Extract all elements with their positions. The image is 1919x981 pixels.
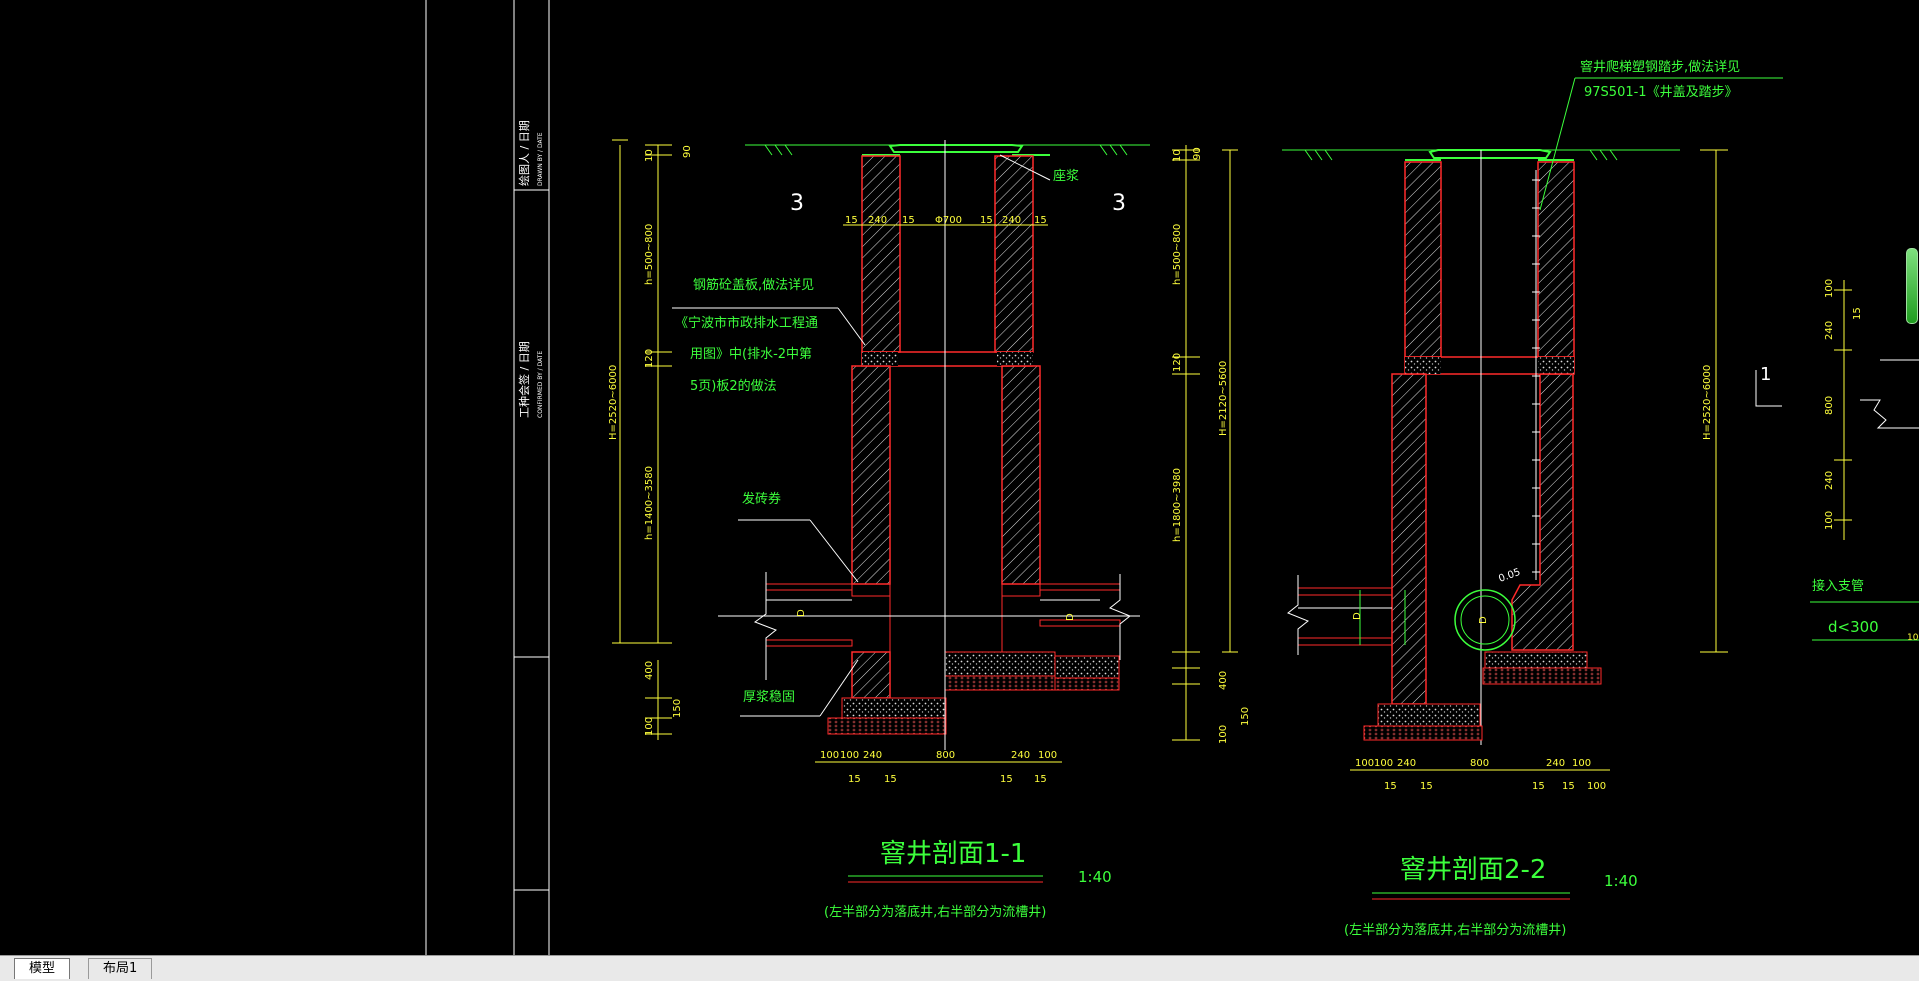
label-zuojiang: 座浆 <box>1053 169 1079 184</box>
label-d: d<300 <box>1828 618 1879 636</box>
dim-100a-1b: 100 <box>820 750 839 761</box>
section-marker-1: 1 <box>1760 364 1771 385</box>
rd-15a: 15 <box>1852 307 1863 320</box>
dim-15b-1: 15 <box>902 215 915 226</box>
dim-100b-2: 100 <box>1374 758 1393 769</box>
confirmed-by-en-label: CONFIRMED BY / DATE <box>537 351 544 418</box>
label-steps-2: 97S501-1《井盖及踏步》 <box>1584 85 1738 100</box>
section-2-title: 窨井剖面2-2 <box>1400 855 1546 885</box>
dim-800-2: 800 <box>1470 758 1489 769</box>
rd-100a: 100 <box>1824 279 1835 298</box>
label-mortar: 厚浆稳固 <box>743 689 795 705</box>
label-steps-1: 窨井爬梯塑钢踏步,做法详见 <box>1580 59 1740 75</box>
dim-150-1: 150 <box>672 699 683 718</box>
cad-drawing: 绘图人 / 日期 DRAWN BY / DATE 工种会签 / 日期 CONFI… <box>425 0 1919 955</box>
rd-240b: 240 <box>1824 471 1835 490</box>
tab-layout1[interactable]: 布局1 <box>88 958 153 979</box>
dim-15a-2: 15 <box>1384 781 1397 792</box>
label-cover-4: 5页)板2的做法 <box>690 378 777 394</box>
dim-240a-2: 240 <box>1397 758 1416 769</box>
section-2-note: (左半部分为落底井,右半部分为流槽井) <box>1344 922 1566 938</box>
dim-100-2: 100 <box>1218 725 1229 744</box>
dim-15d-1b: 15 <box>1034 774 1047 785</box>
dim-15d-2: 15 <box>1562 781 1575 792</box>
dim-400-2: 400 <box>1218 671 1229 690</box>
dim-240b-1b: 240 <box>1011 750 1030 761</box>
label-brick-arch: 发砖券 <box>742 491 781 507</box>
dim-240b-1: 240 <box>1002 215 1021 226</box>
dim-150-2: 150 <box>1240 707 1251 726</box>
dim-120-1: 120 <box>644 349 655 368</box>
dim-240a-1b: 240 <box>863 750 882 761</box>
dim-top-2: h=500~800 <box>1172 224 1183 285</box>
dim-15d-1: 15 <box>1034 215 1047 226</box>
drawn-by-en-label: DRAWN BY / DATE <box>537 132 544 186</box>
label-cover-1: 钢筋砼盖板,做法详见 <box>693 277 814 293</box>
dim-lower-2: h=1800~3980 <box>1172 468 1183 542</box>
dim-800-1b: 800 <box>936 750 955 761</box>
label-cover-2: 《宁波市市政排水工程通 <box>675 315 818 331</box>
section-1-1[interactable]: H=2520~6000 h=500~800 h=1400~3580 10 90 … <box>608 139 1150 920</box>
dim-mid-1: h=1400~3580 <box>644 466 655 540</box>
dim-100-1: 100 <box>644 717 655 736</box>
dim-240b-2: 240 <box>1546 758 1565 769</box>
title-block: 绘图人 / 日期 DRAWN BY / DATE 工种会签 / 日期 CONFI… <box>425 0 550 955</box>
right-detail[interactable]: 100 15 240 800 240 100 接入支管 d<300 10 <box>1810 279 1919 643</box>
cad-model-space[interactable]: 绘图人 / 日期 DRAWN BY / DATE 工种会签 / 日期 CONFI… <box>0 0 1919 955</box>
confirmed-by-label: 工种会签 / 日期 <box>517 341 531 418</box>
dim-15b-2: 15 <box>1420 781 1433 792</box>
dim-15c-1b: 15 <box>1000 774 1013 785</box>
section-marker-left: 3 <box>790 191 804 216</box>
dim-15a-1b: 15 <box>848 774 861 785</box>
dim-15c-1: 15 <box>980 215 993 226</box>
section-2-scale: 1:40 <box>1604 872 1638 890</box>
rd-240a: 240 <box>1824 321 1835 340</box>
dim-90-2: 90 <box>1192 147 1203 160</box>
section-1-scale: 1:40 <box>1078 868 1112 886</box>
dim-total-2: H=2520~6000 <box>1702 365 1713 440</box>
dim-mid-2: H=2120~5600 <box>1218 361 1229 436</box>
pipe-d-1b: D <box>1065 613 1076 621</box>
slope-label: 0.05 <box>1497 567 1522 585</box>
drawn-by-label: 绘图人 / 日期 <box>517 120 531 186</box>
tab-model[interactable]: 模型 <box>14 958 71 979</box>
rd-800: 800 <box>1824 396 1835 415</box>
section-1-title: 窨井剖面1-1 <box>880 839 1026 869</box>
dim-10-1: 10 <box>644 149 655 162</box>
section-1-note: (左半部分为落底井,右半部分为流槽井) <box>824 904 1046 920</box>
pipe-d-1: D <box>796 609 807 617</box>
dim-10-2: 10 <box>1172 149 1183 162</box>
dim-15a-1: 15 <box>845 215 858 226</box>
pipe-d-2b: D <box>1352 612 1363 620</box>
dim-400-1: 400 <box>644 661 655 680</box>
dim-100b-1b: 100 <box>840 750 859 761</box>
dim-100c-1b: 100 <box>1038 750 1057 761</box>
dim-100a-2: 100 <box>1355 758 1374 769</box>
vertical-scroll-thumb[interactable] <box>1906 248 1918 324</box>
dim-15b-1b: 15 <box>884 774 897 785</box>
dim-100d-2: 100 <box>1587 781 1606 792</box>
dim-90-1: 90 <box>682 145 693 158</box>
label-branch: 接入支管 <box>1812 578 1864 594</box>
dim-100c-2: 100 <box>1572 758 1591 769</box>
dim-15c-2: 15 <box>1532 781 1545 792</box>
dim-120-2: 120 <box>1172 353 1183 372</box>
label-cover-3: 用图》中(排水-2中第 <box>690 347 812 362</box>
rd-10: 10 <box>1907 633 1919 643</box>
dim-240a-1: 240 <box>868 215 887 226</box>
pipe-d-2: D <box>1478 616 1489 624</box>
layout-tab-bar: 模型 布局1 <box>0 955 1919 981</box>
section-2-2[interactable]: D 0.05 D 10 90 h=500~800 120 h=1800~3980 <box>1172 59 1783 938</box>
dim-total-1: H=2520~6000 <box>608 365 619 440</box>
dim-top-1: h=500~800 <box>644 224 655 285</box>
rd-100b: 100 <box>1824 511 1835 530</box>
section-marker-right: 3 <box>1112 191 1126 216</box>
dim-phi700: Φ700 <box>935 215 962 226</box>
